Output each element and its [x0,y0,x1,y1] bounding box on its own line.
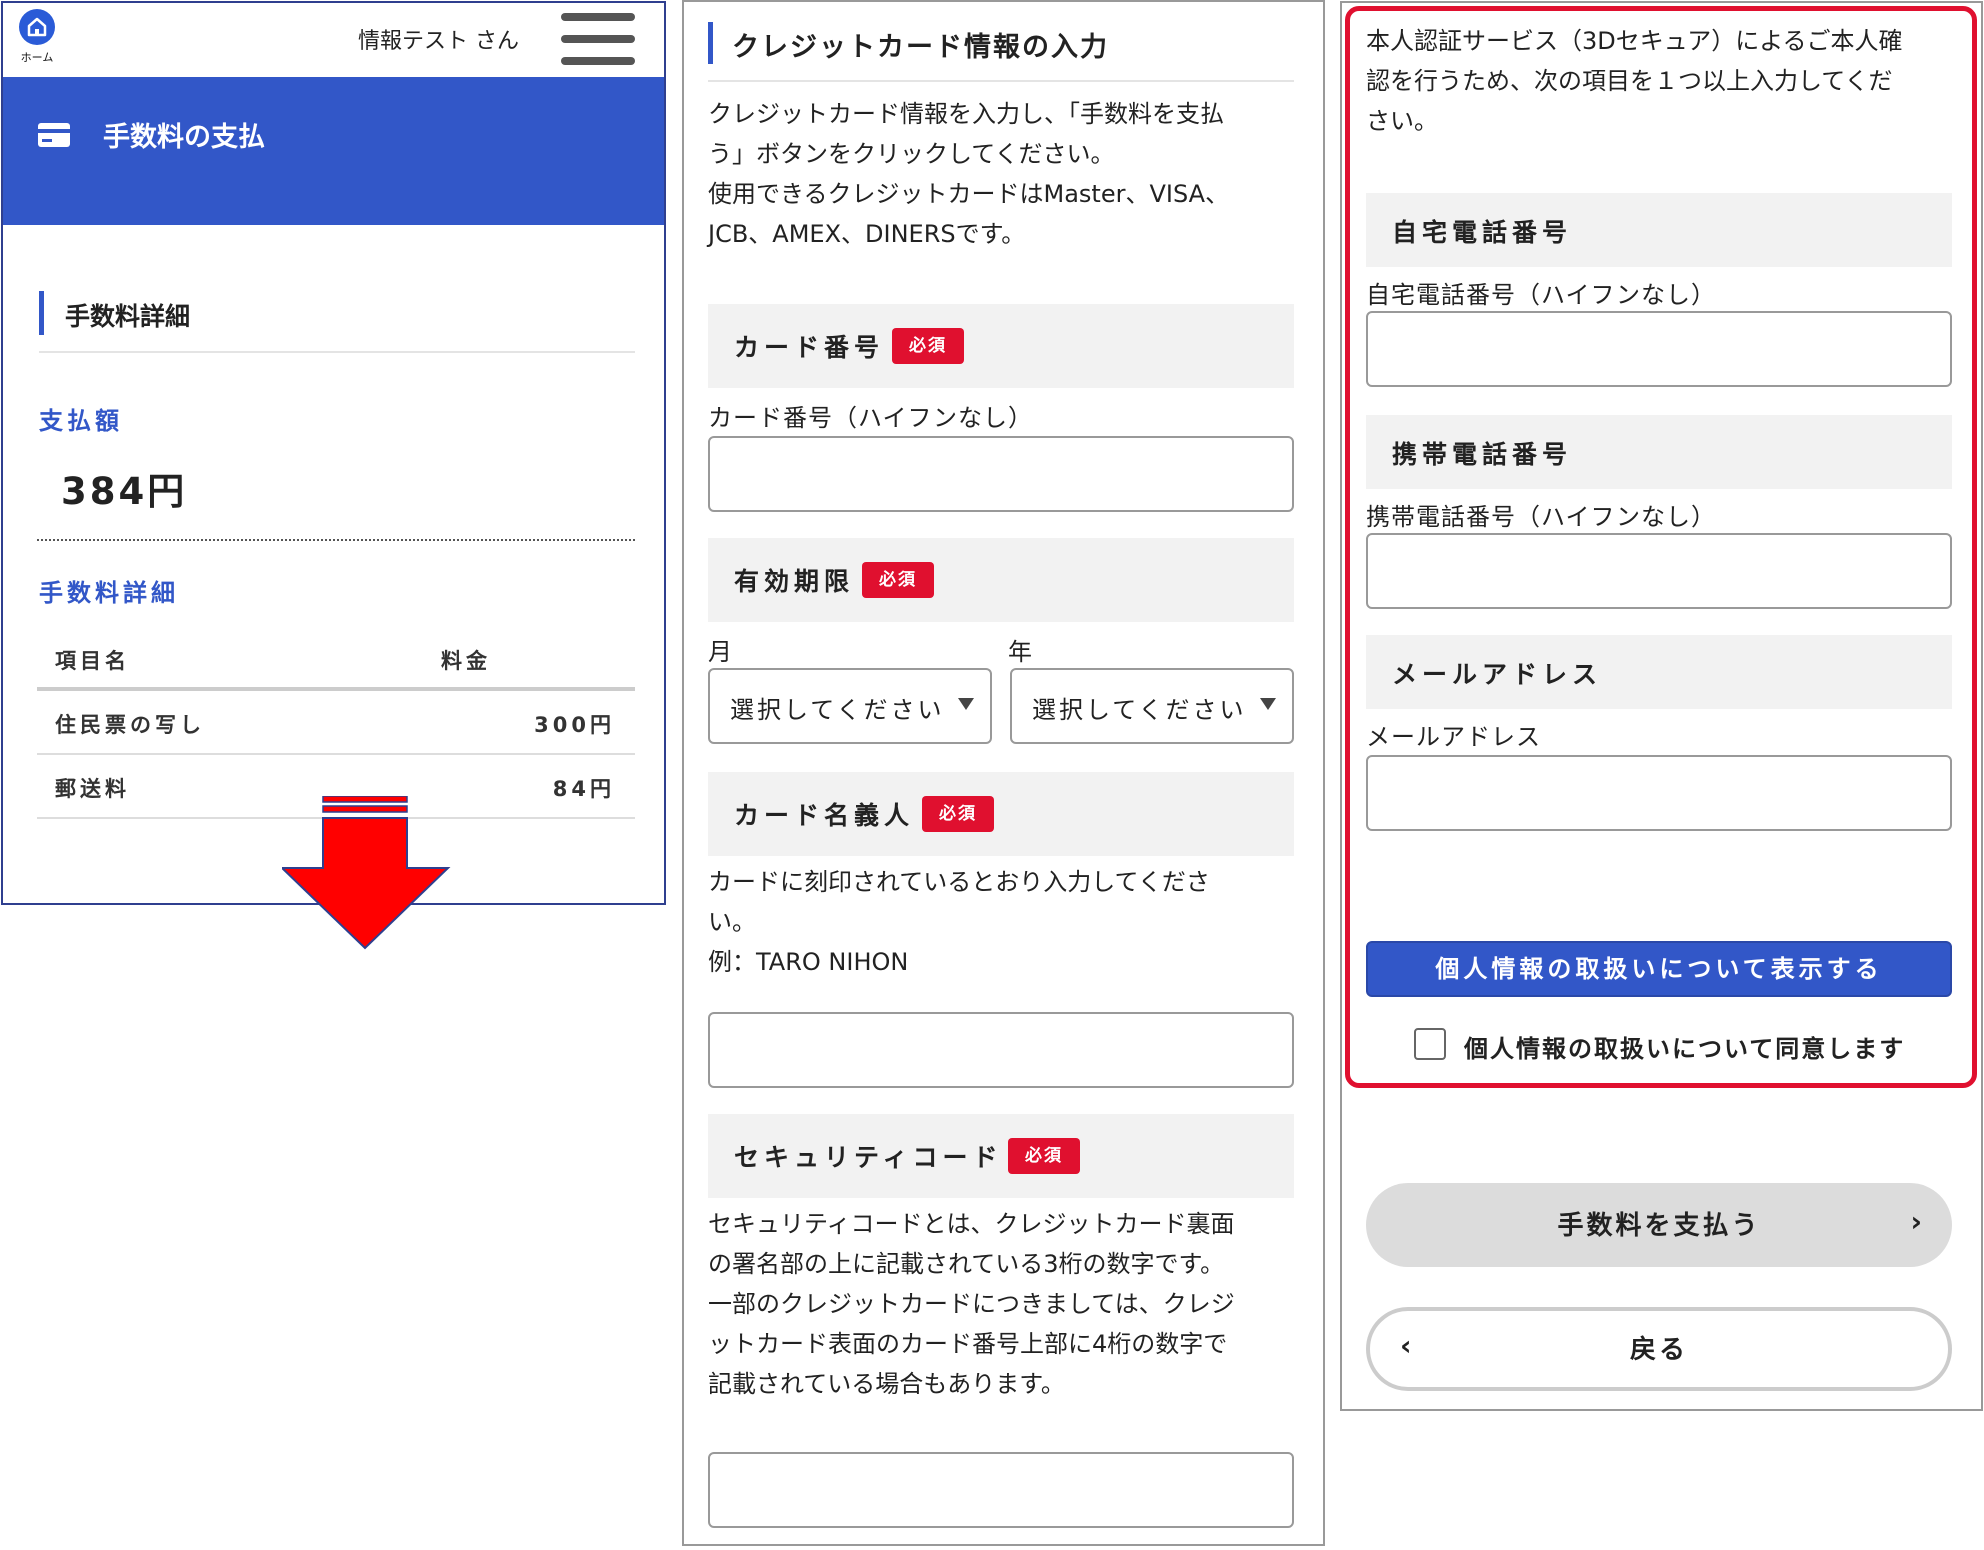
help-line: セキュリティコードとは、クレジットカード裏面 [708,1210,1235,1238]
home-phone-label: 自宅電話番号（ハイフンなし） [1366,281,1716,309]
required-badge: 必須 [922,796,994,832]
email-heading: メールアドレス [1366,635,1952,709]
back-label: 戻る [1629,1335,1688,1365]
home-button[interactable]: ホーム [15,9,59,69]
section-heading: クレジットカード情報の入力 [708,22,1294,82]
table-header: 項目名 料金 [37,627,635,691]
fee-summary-screen: ホーム 情報テスト さん 手数料の支払 手数料詳細 支払額 384円 手数料詳細… [1,1,666,905]
help-line: カードに刻印されているとおり入力してくださ [708,868,1210,896]
amount-label: 支払額 [39,407,123,435]
card-holder-heading: カード名義人 必須 [708,772,1294,856]
intro-line: 本人認証サービス（3Dセキュア）によるご本人確 [1366,27,1903,55]
pay-fee-button[interactable]: 手数料を支払う › [1366,1183,1952,1267]
help-line: ットカード表面のカード番号上部に4桁の数字で [708,1330,1228,1358]
card-number-input[interactable] [708,436,1294,512]
expiry-heading: 有効期限 必須 [708,538,1294,622]
chevron-down-icon [958,698,974,710]
page-banner: 手数料の支払 [3,77,664,225]
hamburger-menu-icon[interactable] [561,13,635,67]
back-button[interactable]: ‹ 戻る [1366,1307,1952,1391]
security-code-help: セキュリティコードとは、クレジットカード裏面 の署名部の上に記載されている3桁の… [708,1204,1308,1404]
required-badge: 必須 [892,328,964,364]
column-header-fee: 料金 [441,649,491,673]
section-title: 手数料詳細 [65,302,191,331]
home-icon [19,9,55,45]
field-title: セキュリティコード [734,1143,1003,1172]
month-select-value: 選択してください [730,696,945,724]
fee-item-amount: 300円 [534,713,615,737]
amount-value: 384円 [61,470,188,513]
down-arrow-annotation [282,796,451,950]
intro-line: 使用できるクレジットカードはMaster、VISA、 [708,180,1230,208]
field-title: カード名義人 [734,801,915,830]
mobile-phone-label: 携帯電話番号（ハイフンなし） [1366,503,1716,531]
field-title: 携帯電話番号 [1392,440,1573,469]
required-badge: 必須 [862,562,934,598]
chevron-down-icon [1260,698,1276,710]
help-line: い。 [708,908,756,936]
field-title: メールアドレス [1392,660,1603,689]
card-holder-input[interactable] [708,1012,1294,1088]
required-badge: 必須 [1008,1138,1080,1174]
fee-item-name: 住民票の写し [55,713,205,737]
intro-line: 認を行うため、次の項目を１つ以上入力してくだ [1366,67,1893,95]
page-title: 手数料の支払 [103,122,265,153]
divider [37,539,635,541]
help-line: の署名部の上に記載されている3桁の数字です。 [708,1250,1225,1278]
identity-verification-screen: 本人認証サービス（3Dセキュア）によるご本人確 認を行うため、次の項目を１つ以上… [1340,1,1983,1411]
card-number-label: カード番号（ハイフンなし） [708,404,1033,432]
year-label: 年 [1008,638,1033,666]
intro-line: さい。 [1366,107,1438,135]
fee-detail-label: 手数料詳細 [39,579,179,607]
table-row: 住民票の写し 300円 [37,691,635,755]
field-title: カード番号 [734,333,885,362]
credit-card-form-screen: クレジットカード情報の入力 クレジットカード情報を入力し、「手数料を支払 う」ボ… [682,0,1325,1546]
credit-card-icon [37,121,71,149]
section-title: クレジットカード情報の入力 [732,32,1109,63]
intro-line: JCB、AMEX、DINERSです。 [708,220,1026,248]
email-input[interactable] [1366,755,1952,831]
security-code-input[interactable] [708,1452,1294,1528]
mobile-phone-heading: 携帯電話番号 [1366,415,1952,489]
year-select[interactable]: 選択してください [1010,668,1294,744]
help-line: 一部のクレジットカードにつきましては、クレジ [708,1290,1235,1318]
month-label: 月 [708,638,733,666]
intro-line: クレジットカード情報を入力し、「手数料を支払 [708,100,1224,128]
form-intro: クレジットカード情報を入力し、「手数料を支払 う」ボタンをクリックしてください。… [708,94,1308,254]
intro-line: う」ボタンをクリックしてください。 [708,140,1115,168]
agree-label[interactable]: 個人情報の取扱いについて同意します [1464,1029,1905,1064]
year-select-value: 選択してください [1032,696,1247,724]
card-number-heading: カード番号 必須 [708,304,1294,388]
month-select[interactable]: 選択してください [708,668,992,744]
chevron-right-icon: › [1910,1205,1922,1238]
fee-item-amount: 84円 [552,777,615,801]
help-line: 記載されている場合もあります。 [708,1370,1065,1398]
fee-item-name: 郵送料 [55,777,130,801]
agree-checkbox[interactable] [1414,1028,1446,1060]
app-header: ホーム 情報テスト さん [3,3,664,77]
email-label: メールアドレス [1366,723,1541,751]
card-holder-help: カードに刻印されているとおり入力してくださ い。 例：TARO NIHON [708,862,1308,982]
column-header-item: 項目名 [55,649,130,673]
verification-intro: 本人認証サービス（3Dセキュア）によるご本人確 認を行うため、次の項目を１つ以上… [1366,21,1962,141]
help-line: 例：TARO NIHON [708,948,909,976]
home-phone-heading: 自宅電話番号 [1366,193,1952,267]
home-phone-input[interactable] [1366,311,1952,387]
mobile-phone-input[interactable] [1366,533,1952,609]
field-title: 有効期限 [734,567,855,596]
user-name: 情報テスト さん [358,29,519,54]
pay-fee-label: 手数料を支払う [1557,1211,1761,1241]
privacy-policy-button[interactable]: 個人情報の取扱いについて表示する [1366,941,1952,997]
home-label: ホーム [20,51,54,64]
security-code-heading: セキュリティコード 必須 [708,1114,1294,1198]
fee-table: 項目名 料金 住民票の写し 300円 郵送料 84円 [37,627,635,819]
section-heading: 手数料詳細 [39,291,635,353]
field-title: 自宅電話番号 [1392,218,1573,247]
